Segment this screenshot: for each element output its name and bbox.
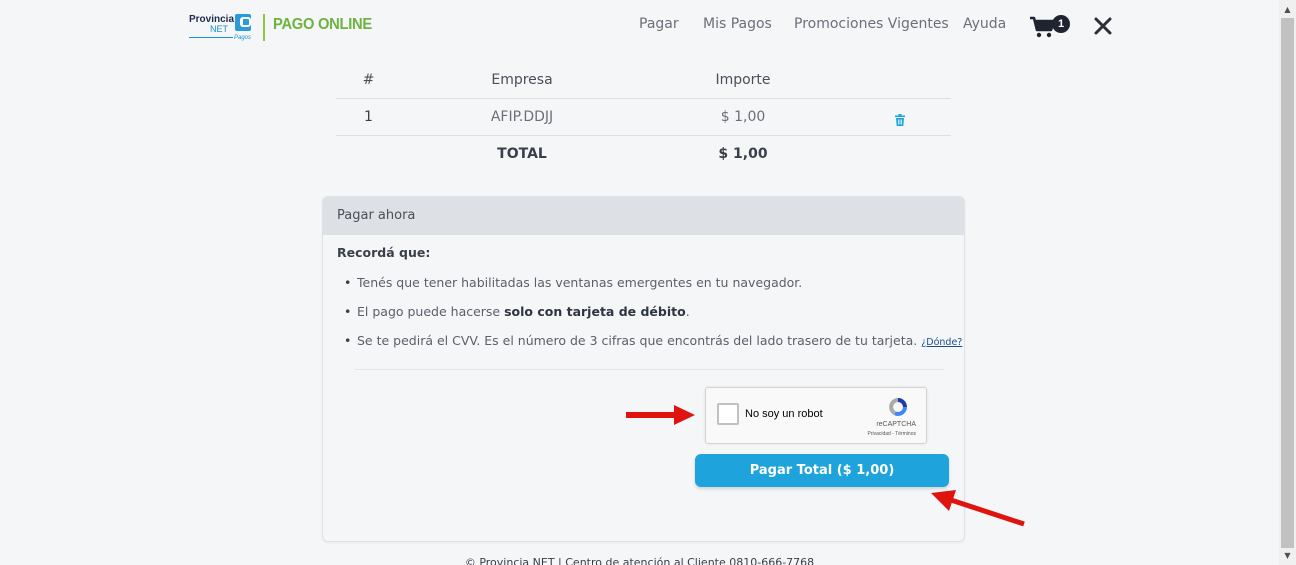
column-header-number: # <box>362 72 375 88</box>
recaptcha-privacy-terms[interactable]: Privacidad - Términos <box>867 431 916 437</box>
reminder-item-debit-text: El pago puede hacerse <box>357 304 505 319</box>
trash-icon[interactable] <box>895 111 905 126</box>
brand-title[interactable]: PAGO ONLINE <box>273 16 372 34</box>
total-value: $ 1,00 <box>718 146 768 162</box>
total-label: TOTAL <box>497 146 547 162</box>
reminder-item-cvv-text: Se te pedirá el CVV. Es el número de 3 c… <box>357 333 918 348</box>
panel-divider <box>355 369 944 370</box>
provincia-net-logo[interactable]: Provincia NET Pagos <box>189 13 255 43</box>
table-header-row: # Empresa Importe <box>336 62 951 99</box>
recaptcha-widget: No soy un robot reCAPTCHA Privacidad - T… <box>705 387 927 444</box>
panel-header: Pagar ahora <box>323 197 964 235</box>
scroll-down-arrow-icon[interactable]: ▼ <box>1279 548 1296 564</box>
reminder-item-cvv: Se te pedirá el CVV. Es el número de 3 c… <box>344 333 962 348</box>
reminder-item-popups-text: Tenés que tener habilitadas las ventanas… <box>357 275 803 290</box>
table-total-row: TOTAL $ 1,00 <box>336 136 951 172</box>
recaptcha-brand: reCAPTCHA <box>876 421 916 428</box>
reminder-heading: Recordá que: <box>337 245 431 260</box>
recaptcha-label: No soy un robot <box>745 408 823 420</box>
pay-now-panel: Pagar ahora Recordá que: Tenés que tener… <box>322 196 965 542</box>
close-icon[interactable] <box>1093 16 1113 36</box>
pay-total-button[interactable]: Pagar Total ($ 1,00) <box>695 454 949 487</box>
table-row: 1 AFIP.DDJJ $ 1,00 <box>336 99 951 136</box>
reminder-item-debit-end: . <box>685 304 690 319</box>
nav-ayuda[interactable]: Ayuda <box>963 16 1006 32</box>
nav-mis-pagos[interactable]: Mis Pagos <box>703 16 772 32</box>
cart-count-badge[interactable]: 1 <box>1052 15 1070 33</box>
nav-pagar[interactable]: Pagar <box>639 16 679 32</box>
vertical-scrollbar[interactable]: ▲ ▼ <box>1279 0 1296 565</box>
nav-promociones-vigentes[interactable]: Promociones Vigentes <box>794 16 949 32</box>
panel-body: Recordá que: Tenés que tener habilitadas… <box>323 235 964 541</box>
reminder-item-debit: El pago puede hacerse solo con tarjeta d… <box>344 304 690 319</box>
where-cvv-link[interactable]: ¿Dónde? <box>921 337 962 348</box>
row-number: 1 <box>364 109 373 125</box>
page: Provincia NET Pagos PAGO ONLINE Pagar Mi… <box>0 0 1279 565</box>
row-importe: $ 1,00 <box>720 109 766 125</box>
row-empresa: AFIP.DDJJ <box>490 109 554 125</box>
scrollbar-thumb[interactable] <box>1281 18 1294 548</box>
reminder-item-popups: Tenés que tener habilitadas las ventanas… <box>344 275 803 290</box>
recaptcha-logo-icon <box>886 396 910 418</box>
footer-text: © Provincia NET | Centro de atención al … <box>464 556 815 565</box>
reminder-item-debit-emphasis: solo con tarjeta de débito <box>504 304 686 319</box>
scroll-up-arrow-icon[interactable]: ▲ <box>1279 2 1296 18</box>
panel-title: Pagar ahora <box>337 208 416 223</box>
recaptcha-checkbox[interactable] <box>717 403 739 425</box>
logo-divider <box>263 14 265 41</box>
logo-p-mark-icon <box>235 14 251 31</box>
logo-text-net: NET <box>210 24 228 34</box>
column-header-importe: Importe <box>715 72 771 88</box>
column-header-empresa: Empresa <box>491 72 553 88</box>
logo-text-pagos: Pagos <box>234 35 252 41</box>
logo-underline <box>189 37 233 38</box>
